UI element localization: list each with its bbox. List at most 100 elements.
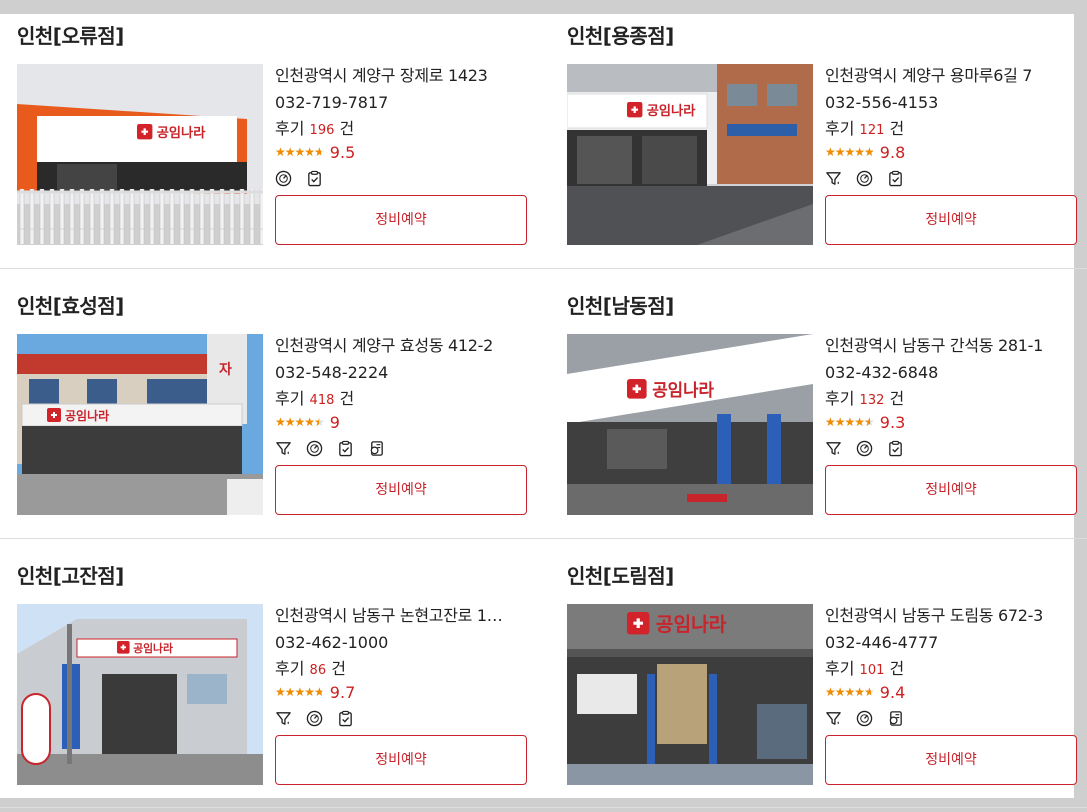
shop-phone: 032-462-1000	[275, 633, 389, 652]
reserve-button[interactable]: 정비예약	[825, 195, 1077, 245]
review-label: 후기	[275, 389, 305, 408]
shop-card: 인천[효성점] 자 공임나라 인천광역시 계양구 효성동 412-2 032-5…	[15, 292, 535, 522]
shop-card: 인천[용종점] 공임나라 인천광역시 계양구 용마루6길 7 032-556-4…	[565, 22, 1085, 252]
shop-card: 인천[고잔점] 공임나라 인천광역시 남동구 논현고잔로 1… 032-462-…	[15, 562, 535, 792]
review-label: 후기	[825, 389, 855, 408]
star-rating-fill: ★★★★★	[825, 145, 873, 159]
svg-text:공임나라: 공임나라	[656, 613, 727, 636]
shop-card: 인천[남동점] 공임나라 인천광역시 남동구 간석동 281-1 032-432…	[565, 292, 1085, 522]
star-rating: ★★★★★ ★★★★★	[275, 145, 325, 159]
gauge-icon	[856, 440, 873, 457]
star-rating: ★★★★★ ★★★★★	[275, 685, 325, 699]
rating-score: 9.8	[879, 142, 906, 162]
rating-score: 9.3	[879, 412, 906, 432]
shop-photo[interactable]: 공임나라	[567, 334, 813, 515]
oil-funnel-icon	[275, 440, 292, 457]
service-icons	[825, 169, 1087, 187]
reserve-button[interactable]: 정비예약	[825, 465, 1077, 515]
shop-address: 인천광역시 계양구 장제로 1423	[275, 66, 488, 85]
shop-info: 인천광역시 계양구 용마루6길 7 032-556-4153 후기 121 건 …	[825, 62, 1087, 187]
shop-photo[interactable]: 자 공임나라	[17, 334, 263, 515]
star-rating-fill: ★★★★★	[275, 145, 322, 159]
review-summary[interactable]: 후기 86 건	[275, 656, 540, 684]
svg-text:자: 자	[219, 362, 232, 378]
gauge-icon	[306, 440, 323, 457]
star-rating-fill: ★★★★★	[275, 415, 319, 429]
rating-score: 9	[329, 412, 340, 432]
review-summary[interactable]: 후기 196 건	[275, 116, 540, 144]
review-summary[interactable]: 후기 121 건	[825, 116, 1087, 144]
shop-name[interactable]: 인천[도림점]	[567, 562, 674, 590]
shop-name[interactable]: 인천[용종점]	[567, 22, 674, 50]
shop-card: 인천[오류점] 공임나라 인천광역시 계양구 장제로 1423 032-719-…	[15, 22, 535, 252]
rating: ★★★★★ ★★★★★ 9.3	[825, 412, 1087, 432]
svg-text:공임나라: 공임나라	[647, 103, 696, 119]
review-count: 132	[859, 393, 885, 408]
star-rating: ★★★★★ ★★★★★	[825, 145, 875, 159]
shop-address: 인천광역시 계양구 용마루6길 7	[825, 66, 1033, 85]
row-divider	[0, 807, 1087, 808]
star-rating-fill: ★★★★★	[825, 415, 871, 429]
reserve-button[interactable]: 정비예약	[275, 735, 527, 785]
rating: ★★★★★ ★★★★★ 9	[275, 412, 540, 432]
shop-name[interactable]: 인천[고잔점]	[17, 562, 124, 590]
review-summary[interactable]: 후기 132 건	[825, 386, 1087, 414]
star-rating-fill: ★★★★★	[275, 685, 323, 699]
shop-photo[interactable]: 공임나라	[567, 64, 813, 245]
gauge-icon	[275, 170, 292, 187]
reserve-button[interactable]: 정비예약	[275, 195, 527, 245]
shop-info: 인천광역시 계양구 장제로 1423 032-719-7817 후기 196 건…	[275, 62, 540, 187]
gauge-icon	[856, 170, 873, 187]
review-count: 121	[859, 123, 885, 138]
reserve-button[interactable]: 정비예약	[825, 735, 1077, 785]
shop-phone: 032-719-7817	[275, 93, 389, 112]
review-unit: 건	[339, 119, 355, 138]
review-unit: 건	[889, 389, 905, 408]
service-icons	[275, 709, 540, 727]
svg-text:공임나라: 공임나라	[65, 408, 109, 423]
clipboard-check-icon	[337, 440, 354, 457]
shop-name[interactable]: 인천[효성점]	[17, 292, 124, 320]
oil-funnel-icon	[825, 440, 842, 457]
shop-name[interactable]: 인천[남동점]	[567, 292, 674, 320]
rating: ★★★★★ ★★★★★ 9.4	[825, 682, 1087, 702]
shop-name[interactable]: 인천[오류점]	[17, 22, 124, 50]
shop-address: 인천광역시 남동구 논현고잔로 1…	[275, 606, 503, 625]
storefront-image: 공임나라	[567, 604, 813, 785]
shop-phone: 032-446-4777	[825, 633, 939, 652]
review-count: 101	[859, 663, 885, 678]
storefront-image: 공임나라	[17, 604, 263, 785]
review-label: 후기	[275, 119, 305, 138]
shop-phone: 032-556-4153	[825, 93, 939, 112]
shop-address: 인천광역시 계양구 효성동 412-2	[275, 336, 493, 355]
shop-phone: 032-548-2224	[275, 363, 389, 382]
tire-document-icon	[368, 440, 385, 457]
review-count: 418	[309, 393, 335, 408]
reserve-button[interactable]: 정비예약	[275, 465, 527, 515]
review-summary[interactable]: 후기 101 건	[825, 656, 1087, 684]
row-divider	[0, 268, 1087, 269]
shop-photo[interactable]: 공임나라	[17, 604, 263, 785]
shop-address: 인천광역시 남동구 도림동 672-3	[825, 606, 1043, 625]
svg-text:공임나라: 공임나라	[652, 380, 714, 400]
review-label: 후기	[825, 659, 855, 678]
row-divider	[0, 538, 1087, 539]
shop-photo[interactable]: 공임나라	[567, 604, 813, 785]
shop-card: 인천[도림점] 공임나라 인천광역시 남동구 도림동 672-3 032-446…	[565, 562, 1085, 792]
rating: ★★★★★ ★★★★★ 9.8	[825, 142, 1087, 162]
gauge-icon	[306, 710, 323, 727]
shop-photo[interactable]: 공임나라	[17, 64, 263, 245]
rating: ★★★★★ ★★★★★ 9.5	[275, 142, 540, 162]
shop-address: 인천광역시 남동구 간석동 281-1	[825, 336, 1043, 355]
review-unit: 건	[331, 659, 346, 678]
storefront-image: 공임나라	[567, 334, 813, 515]
review-label: 후기	[825, 119, 855, 138]
storefront-image: 공임나라	[17, 64, 263, 245]
clipboard-check-icon	[337, 710, 354, 727]
rating-score: 9.4	[879, 682, 906, 702]
clipboard-check-icon	[887, 170, 904, 187]
oil-funnel-icon	[825, 170, 842, 187]
shop-info: 인천광역시 남동구 도림동 672-3 032-446-4777 후기 101 …	[825, 602, 1087, 727]
review-summary[interactable]: 후기 418 건	[275, 386, 540, 414]
svg-text:공임나라: 공임나라	[157, 125, 206, 141]
